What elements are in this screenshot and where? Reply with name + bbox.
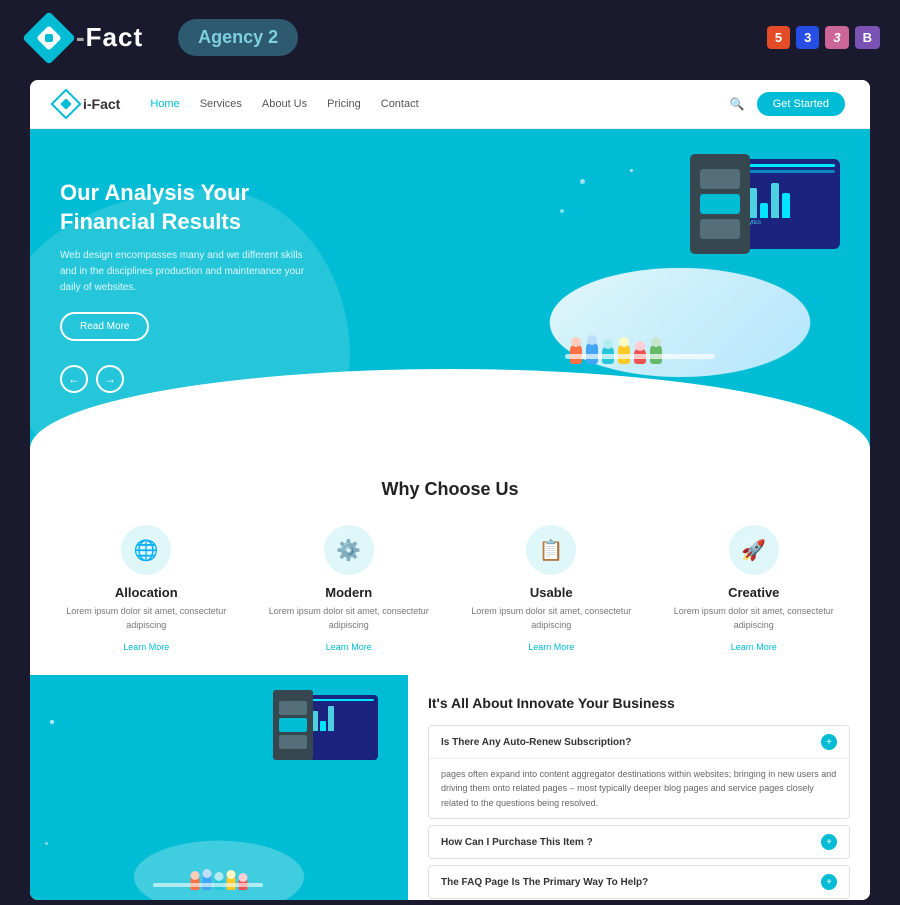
allocation-icon: 🌐: [121, 525, 171, 575]
hero-title: Our Analysis Your Financial Results: [60, 179, 320, 236]
bottom-title: It's All About Innovate Your Business: [428, 695, 850, 711]
hero-description: Web design encompasses many and we diffe…: [60, 248, 320, 296]
usable-learn-more[interactable]: Learn More: [528, 642, 574, 652]
feature-allocation-title: Allocation: [50, 585, 243, 600]
nav-about[interactable]: About Us: [262, 98, 307, 110]
faq-toggle-3[interactable]: +: [821, 874, 837, 890]
nav-pricing[interactable]: Pricing: [327, 98, 361, 110]
badge-bootstrap: B: [855, 26, 880, 49]
illus-people-group: [570, 342, 662, 364]
illus-table: [565, 354, 715, 359]
bottom-right: It's All About Innovate Your Business Is…: [408, 675, 870, 900]
modern-learn-more[interactable]: Learn More: [326, 642, 372, 652]
creative-learn-more[interactable]: Learn More: [731, 642, 777, 652]
logo-name: Fact: [86, 22, 143, 52]
agency-badge: Agency 2: [178, 19, 298, 56]
nav-right: 🔍 Get Started: [730, 92, 845, 116]
nav-links: Home Services About Us Pricing Contact: [150, 98, 418, 110]
feature-usable-title: Usable: [455, 585, 648, 600]
nav-logo-text: i-Fact: [83, 96, 120, 112]
nav-contact[interactable]: Contact: [381, 98, 419, 110]
modern-icon: ⚙️: [324, 525, 374, 575]
nav-diamond-icon: [50, 88, 81, 119]
faq-item-3: The FAQ Page Is The Primary Way To Help?…: [428, 865, 850, 899]
badge-html5: 5: [767, 26, 790, 49]
bottom-left-illustration: [30, 675, 408, 900]
faq-question-2: How Can I Purchase This Item ?: [441, 837, 593, 848]
logo-area: -Fact: [20, 9, 163, 67]
feature-modern: ⚙️ Modern Lorem ipsum dolor sit amet, co…: [253, 525, 446, 655]
tech-badges: 5 3 3 B: [767, 26, 880, 49]
read-more-button[interactable]: Read More: [60, 312, 149, 341]
feature-allocation-desc: Lorem ipsum dolor sit amet, consectetur …: [50, 605, 243, 632]
usable-icon: 📋: [526, 525, 576, 575]
why-section: Why Choose Us 🌐 Allocation Lorem ipsum d…: [30, 449, 870, 675]
top-bar: -Fact Agency 2 5 3 3 B: [0, 0, 900, 75]
allocation-learn-more[interactable]: Learn More: [123, 642, 169, 652]
hero-content: Our Analysis Your Financial Results Web …: [60, 179, 320, 393]
features-grid: 🌐 Allocation Lorem ipsum dolor sit amet,…: [50, 525, 850, 655]
faq-body-1: pages often expand into content aggregat…: [429, 758, 849, 818]
navbar: i-Fact Home Services About Us Pricing Co…: [30, 80, 870, 129]
badge-css3: 3: [796, 26, 819, 49]
hero-arrows: ← →: [60, 365, 320, 393]
faq-question-1: Is There Any Auto-Renew Subscription?: [441, 737, 631, 748]
feature-modern-title: Modern: [253, 585, 446, 600]
bottom-section: It's All About Innovate Your Business Is…: [30, 675, 870, 900]
logo-dash: -: [76, 22, 86, 52]
feature-usable: 📋 Usable Lorem ipsum dolor sit amet, con…: [455, 525, 648, 655]
hero-section: Our Analysis Your Financial Results Web …: [30, 129, 870, 449]
faq-header-2[interactable]: How Can I Purchase This Item ? +: [429, 826, 849, 858]
prev-arrow-button[interactable]: ←: [60, 365, 88, 393]
faq-question-3: The FAQ Page Is The Primary Way To Help?: [441, 877, 648, 888]
feature-creative: 🚀 Creative Lorem ipsum dolor sit amet, c…: [658, 525, 851, 655]
faq-item-1: Is There Any Auto-Renew Subscription? + …: [428, 725, 850, 819]
logo-text: -Fact: [76, 22, 143, 53]
faq-toggle-1[interactable]: +: [821, 734, 837, 750]
get-started-button[interactable]: Get Started: [757, 92, 845, 116]
logo-diamond-icon: [22, 11, 76, 65]
illus-bar-chart: [735, 178, 835, 218]
feature-creative-desc: Lorem ipsum dolor sit amet, consectetur …: [658, 605, 851, 632]
faq-header-1[interactable]: Is There Any Auto-Renew Subscription? +: [429, 726, 849, 758]
creative-icon: 🚀: [729, 525, 779, 575]
nav-logo: i-Fact: [55, 93, 120, 115]
why-title: Why Choose Us: [50, 479, 850, 500]
search-icon[interactable]: 🔍: [730, 97, 745, 111]
faq-toggle-2[interactable]: +: [821, 834, 837, 850]
next-arrow-button[interactable]: →: [96, 365, 124, 393]
feature-usable-desc: Lorem ipsum dolor sit amet, consectetur …: [455, 605, 648, 632]
feature-creative-title: Creative: [658, 585, 851, 600]
feature-allocation: 🌐 Allocation Lorem ipsum dolor sit amet,…: [50, 525, 243, 655]
main-content-card: i-Fact Home Services About Us Pricing Co…: [30, 80, 870, 900]
badge-sass: 3: [825, 26, 848, 49]
feature-modern-desc: Lorem ipsum dolor sit amet, consectetur …: [253, 605, 446, 632]
faq-item-2: How Can I Purchase This Item ? +: [428, 825, 850, 859]
page-wrapper: i-Fact Home Services About Us Pricing Co…: [0, 75, 900, 905]
nav-home[interactable]: Home: [150, 98, 179, 110]
faq-header-3[interactable]: The FAQ Page Is The Primary Way To Help?…: [429, 866, 849, 898]
nav-services[interactable]: Services: [200, 98, 242, 110]
illus-wall-panel: [690, 154, 750, 254]
